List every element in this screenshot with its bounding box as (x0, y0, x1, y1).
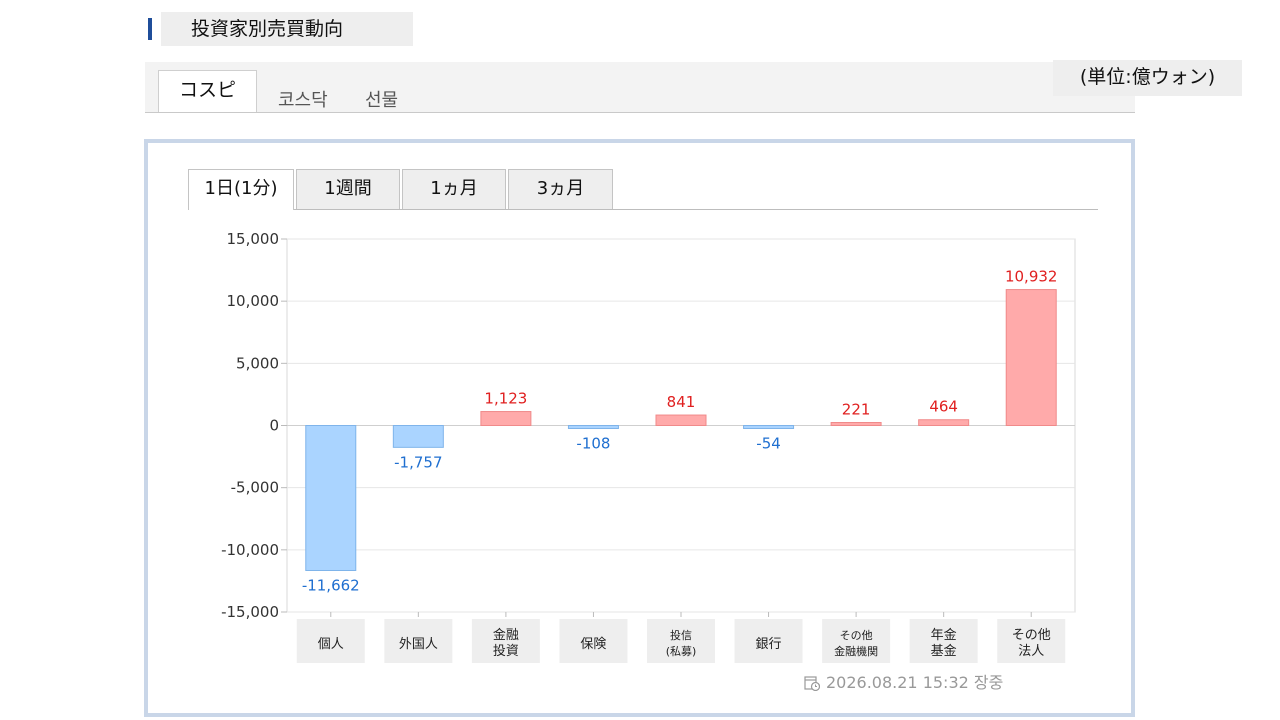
x-tick-label: その他 (840, 629, 873, 642)
investor-trading-chart: 15,000 10,000 5,000 0 -5,000 -10,000 -15,000 -1… (221, 230, 1076, 663)
y-tick-label: 0 (269, 417, 279, 435)
x-tick-label: その他 (1012, 628, 1051, 643)
data-label: 221 (842, 401, 871, 419)
x-tick-label: 投資 (493, 643, 519, 659)
y-tick-label: 5,000 (236, 354, 279, 372)
x-tick-label: 年金 (931, 627, 957, 643)
data-label: 10,932 (1005, 268, 1057, 286)
timestamp: 2026.08.21 15:32 장중 (804, 669, 1003, 693)
y-tick-label: -5,000 (231, 479, 279, 497)
x-tick-label: 投信 (670, 628, 692, 642)
bar (480, 411, 532, 426)
data-label: 464 (929, 398, 958, 416)
data-label: -108 (576, 435, 610, 453)
tab-kosdaq[interactable]: 코스닥 (278, 86, 328, 112)
timestamp-datetime: 2026.08.21 15:32 (826, 673, 969, 692)
data-label: -1,757 (394, 453, 442, 471)
x-tick-label: 金融 (493, 627, 519, 643)
y-tick-label: 10,000 (227, 292, 280, 310)
data-label: -54 (756, 435, 781, 453)
bar (305, 425, 357, 571)
section-title: 投資家別売買動向 (148, 12, 413, 46)
data-label: -11,662 (302, 576, 360, 594)
data-label: 841 (667, 393, 696, 411)
bar (830, 422, 882, 426)
market-tab-bar: コスピ 코스닥 선물 (145, 62, 1135, 113)
x-tick-label: 個人 (318, 637, 344, 652)
x-tick-label: 外国人 (399, 637, 438, 652)
data-label: 1,123 (484, 390, 527, 408)
y-tick-label: 15,000 (227, 230, 280, 248)
x-tick-label: 銀行 (756, 637, 782, 652)
x-tick-label: (私募) (666, 645, 697, 658)
x-tick-label: 基金 (931, 643, 957, 659)
bar (392, 425, 444, 448)
bar (1005, 289, 1057, 426)
x-tick-label: 法人 (1018, 644, 1044, 659)
tab-kospi[interactable]: コスピ (158, 70, 258, 112)
bar (743, 425, 795, 429)
calendar-clock-icon (804, 676, 821, 692)
tab-futures[interactable]: 선물 (365, 86, 398, 112)
x-tick-label: 保険 (580, 637, 606, 652)
page-title: 投資家別売買動向 (161, 12, 413, 46)
bar (655, 414, 707, 427)
unit-label: (単位:億ウォン) (1053, 60, 1242, 96)
title-accent-bar (148, 18, 152, 40)
x-tick-label: 金融機関 (834, 644, 878, 658)
bar (567, 425, 619, 429)
chart-panel: 1日(1分) 1週間 1ヵ月 3ヵ月 15,000 10,000 5,000 0 -5,… (144, 139, 1135, 717)
market-status: 장중 (973, 673, 1004, 692)
bar (918, 419, 970, 426)
y-tick-label: -10,000 (221, 541, 279, 559)
y-tick-label: -15,000 (221, 603, 279, 621)
